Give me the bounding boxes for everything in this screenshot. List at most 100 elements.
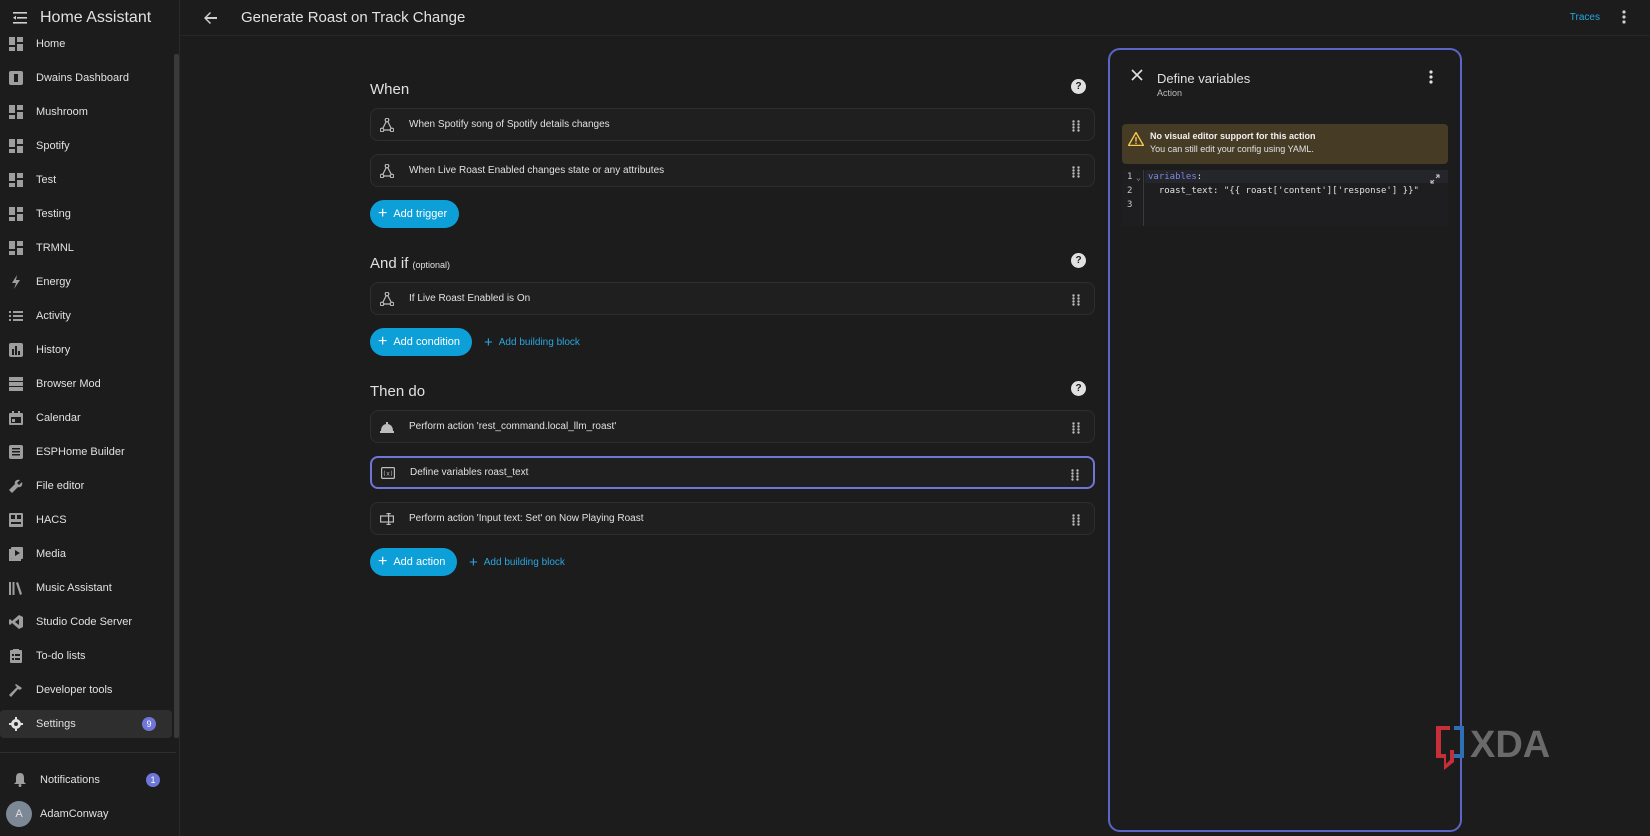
dashboard-icon	[8, 172, 24, 188]
dashboard-icon	[8, 206, 24, 222]
drag-handle-icon[interactable]	[1072, 165, 1084, 178]
sidebar-item-file-editor[interactable]: File editor	[0, 472, 170, 500]
add-condition-button[interactable]: + Add condition	[370, 328, 473, 356]
list-icon	[8, 308, 24, 324]
add-building-block-button[interactable]: + Add building block	[469, 548, 565, 576]
dashboard-square-icon	[8, 70, 24, 86]
sidebar-item-test[interactable]: Test	[0, 166, 170, 194]
add-trigger-button[interactable]: + Add trigger	[370, 200, 460, 228]
lightning-icon	[8, 274, 24, 290]
sidebar-scrollbar[interactable]	[174, 54, 179, 738]
menu-icon[interactable]	[12, 10, 28, 26]
sidebar-item-hacs[interactable]: HACS	[0, 506, 170, 534]
plus-icon: +	[484, 333, 493, 351]
warning-title: No visual editor support for this action	[1150, 131, 1316, 141]
sidebar-divider	[0, 752, 176, 753]
back-arrow-icon[interactable]	[203, 10, 219, 26]
sidebar-item-label: Settings	[36, 718, 76, 730]
sidebar-item-calendar[interactable]: Calendar	[0, 404, 170, 432]
sidebar-item-label: TRMNL	[36, 242, 74, 254]
sidebar-item-studio-code-server[interactable]: Studio Code Server	[0, 608, 170, 636]
drag-handle-icon[interactable]	[1072, 293, 1084, 306]
more-vert-icon[interactable]	[1622, 10, 1630, 26]
page-title: Generate Roast on Track Change	[241, 9, 466, 26]
sidebar-item-media[interactable]: Media	[0, 540, 170, 568]
sidebar-item-music-assistant[interactable]: Music Assistant	[0, 574, 170, 602]
drag-handle-icon[interactable]	[1072, 119, 1084, 132]
sidebar-item-label: Spotify	[36, 140, 70, 152]
warning-body: You can still edit your config using YAM…	[1150, 144, 1314, 154]
drag-handle-icon[interactable]	[1072, 421, 1084, 434]
sidebar-item-esphome-builder[interactable]: ESPHome Builder	[0, 438, 170, 466]
sidebar: Home Assistant Home Dwains Dashboard Mus…	[0, 0, 180, 836]
add-action-button[interactable]: + Add action	[370, 548, 458, 576]
sidebar-item-history[interactable]: History	[0, 336, 170, 364]
add-action-label: Add action	[393, 556, 446, 568]
sidebar-item-label: ESPHome Builder	[36, 446, 125, 458]
variable-box-icon: (x)	[380, 465, 396, 481]
traces-button[interactable]: Traces	[1570, 12, 1600, 23]
sidebar-item-label: Activity	[36, 310, 71, 322]
plus-icon: +	[378, 333, 388, 350]
when-help-icon[interactable]: ?	[1071, 79, 1086, 94]
sidebar-item-todo-lists[interactable]: To-do lists	[0, 642, 170, 670]
then-do-help-icon[interactable]: ?	[1071, 381, 1086, 396]
panel-title: Define variables	[1157, 71, 1251, 86]
action-row-selected[interactable]: (x) Define variables roast_text	[370, 456, 1095, 489]
drag-handle-icon[interactable]	[1072, 513, 1084, 526]
gear-icon	[8, 716, 24, 732]
action-row[interactable]: Perform action 'rest_command.local_llm_r…	[370, 410, 1095, 443]
user-profile[interactable]: A AdamConway	[0, 800, 176, 828]
optional-label: (optional)	[412, 260, 451, 270]
warning-alert: No visual editor support for this action…	[1122, 124, 1448, 164]
hacs-icon	[8, 512, 24, 528]
sidebar-item-trmnl[interactable]: TRMNL	[0, 234, 170, 262]
add-building-block-label: Add building block	[483, 556, 565, 568]
notifications-button[interactable]: Notifications 1	[0, 766, 176, 794]
warning-icon	[1127, 131, 1145, 148]
add-building-block-button[interactable]: + Add building block	[484, 328, 580, 356]
line-number: 2	[1127, 186, 1133, 196]
sidebar-item-home[interactable]: Home	[0, 36, 170, 58]
fold-chevron-icon[interactable]: ⌄	[1136, 173, 1141, 182]
more-vert-icon[interactable]	[1429, 70, 1435, 84]
add-condition-label: Add condition	[393, 336, 461, 348]
sidebar-item-testing[interactable]: Testing	[0, 200, 170, 228]
media-icon	[8, 546, 24, 562]
close-icon[interactable]	[1130, 68, 1144, 82]
and-if-help-icon[interactable]: ?	[1071, 253, 1086, 268]
sidebar-item-label: History	[36, 344, 71, 356]
sidebar-item-mushroom[interactable]: Mushroom	[0, 98, 170, 126]
yaml-code-editor[interactable]: 1 ⌄ 2 3 variables: roast_text: "{{ roast…	[1122, 170, 1448, 226]
action-label: Perform action 'Input text: Set' on Now …	[409, 513, 644, 524]
and-if-title: And if	[370, 255, 409, 272]
sidebar-item-label: Testing	[36, 208, 71, 220]
clipboard-list-icon	[8, 648, 24, 664]
wrench-icon	[8, 478, 24, 494]
yaml-key: variables	[1148, 172, 1197, 182]
trigger-label: When Spotify song of Spotify details cha…	[409, 119, 610, 130]
sidebar-item-energy[interactable]: Energy	[0, 268, 170, 296]
music-library-icon	[8, 580, 24, 596]
action-row[interactable]: Perform action 'Input text: Set' on Now …	[370, 502, 1095, 535]
trigger-row[interactable]: When Spotify song of Spotify details cha…	[370, 108, 1095, 141]
sidebar-item-dwains-dashboard[interactable]: Dwains Dashboard	[0, 64, 170, 92]
sidebar-item-settings[interactable]: Settings 9	[0, 710, 172, 738]
settings-badge: 9	[142, 717, 156, 731]
line-number: 3	[1127, 200, 1133, 210]
then-do-heading: Then do	[370, 383, 426, 400]
sidebar-item-developer-tools[interactable]: Developer tools	[0, 676, 170, 704]
svg-text:(x): (x)	[383, 470, 394, 477]
drag-handle-icon[interactable]	[1071, 468, 1083, 481]
trigger-icon	[379, 163, 395, 179]
line-number-gutter: 1 ⌄ 2 3	[1122, 170, 1144, 226]
sidebar-item-browser-mod[interactable]: Browser Mod	[0, 370, 170, 398]
condition-row[interactable]: If Live Roast Enabled is On	[370, 282, 1095, 315]
expand-icon[interactable]	[1430, 174, 1440, 184]
trigger-row[interactable]: When Live Roast Enabled changes state or…	[370, 154, 1095, 187]
add-building-block-label: Add building block	[498, 336, 580, 348]
sidebar-item-label: Studio Code Server	[36, 616, 132, 628]
sidebar-item-activity[interactable]: Activity	[0, 302, 170, 330]
sidebar-item-spotify[interactable]: Spotify	[0, 132, 170, 160]
plus-icon: +	[469, 553, 478, 571]
